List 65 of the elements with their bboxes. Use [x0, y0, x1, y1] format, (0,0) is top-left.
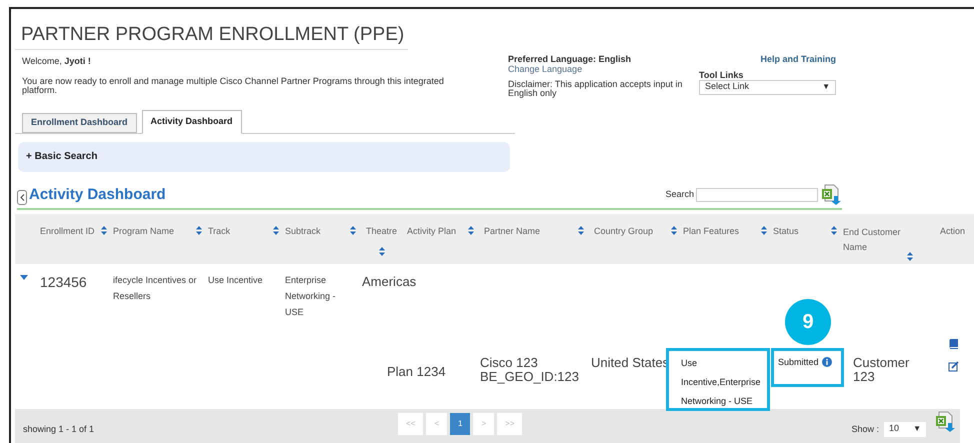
chevron-left-icon: [20, 194, 24, 201]
dropdown-arrow: ▼: [913, 423, 921, 435]
column-header: Status: [773, 225, 799, 238]
sort-icon[interactable]: [378, 247, 384, 256]
search-field[interactable]: [696, 188, 818, 202]
page-size-select[interactable]: 10 ▼: [884, 422, 926, 436]
tab[interactable]: Enrollment Dashboard: [22, 112, 137, 132]
column-header: End Customer Name: [843, 226, 902, 254]
collapse-button[interactable]: [17, 190, 27, 205]
table-cell-text: Americas: [362, 273, 418, 291]
sort-icon[interactable]: [196, 226, 202, 235]
column-header: Enrollment ID: [40, 225, 95, 238]
column-header: Program Name: [113, 225, 174, 238]
excel-download-icon[interactable]: [934, 411, 956, 433]
table-cell-text: ifecycle Incentives or Resellers: [113, 274, 198, 303]
sort-icon[interactable]: [273, 226, 279, 235]
tool-links-select[interactable]: Select Link ▼: [699, 80, 836, 94]
basic-search-panel[interactable]: + Basic Search: [18, 142, 510, 172]
column-header: Action: [940, 225, 966, 238]
column-header: Theatre: [366, 225, 398, 238]
status-cell-text: Submitted: [778, 356, 819, 369]
show-label: Show :: [851, 423, 879, 436]
table-cell-text: 123456: [39, 273, 88, 292]
search-label: Search: [665, 188, 694, 202]
section-title: Activity Dashboard: [29, 184, 166, 204]
select-value: Select Link: [705, 80, 750, 94]
intro-text: You are now ready to enroll and manage multiple Cisco Channel Partner Programs through this integrated platform.: [21, 76, 445, 94]
plan-features-cell-text: Use Incentive,Enterprise Networking - USE: [681, 357, 762, 408]
sort-icon[interactable]: [468, 226, 474, 235]
sort-icon[interactable]: [831, 226, 837, 235]
tab[interactable]: Activity Dashboard: [142, 110, 242, 134]
column-header: Track: [208, 225, 230, 238]
table-cell-text: Use Incentive: [208, 274, 264, 287]
select-value: 10: [889, 422, 900, 436]
column-header: Partner Name: [484, 225, 540, 238]
info-icon[interactable]: [822, 357, 832, 367]
edit-icon[interactable]: [948, 361, 959, 372]
expand-caret[interactable]: [20, 275, 28, 281]
table-cell-text: Customer 123: [853, 356, 910, 384]
sort-icon[interactable]: [350, 226, 356, 235]
help-training-link[interactable]: Help and Training: [760, 53, 836, 66]
sort-icon[interactable]: [101, 226, 107, 235]
preferred-language: Preferred Language: English: [508, 54, 632, 64]
disclaimer-text: Disclaimer: This application accepts input in English only: [508, 80, 684, 98]
page-button[interactable]: 1: [450, 413, 470, 435]
table-cell-text: Enterprise Networking - USE: [285, 274, 337, 319]
welcome-text: Welcome, Jyoti !: [21, 55, 92, 68]
results-count: showing 1 - 1 of 1: [23, 423, 96, 436]
sort-icon[interactable]: [907, 252, 913, 261]
sort-icon[interactable]: [761, 226, 767, 235]
column-header: Subtrack: [285, 225, 321, 238]
tool-links-label: Tool Links: [699, 70, 744, 80]
table-cell-text: Plan 1234: [387, 363, 446, 381]
callout-badge: 9: [785, 299, 831, 345]
table-cell-text: Cisco 123 BE_GEO_ID:123: [480, 356, 580, 384]
excel-download-icon[interactable]: [820, 184, 842, 206]
column-header: Activity Plan: [407, 225, 456, 238]
page-title: PARTNER PROGRAM ENROLLMENT (PPE): [15, 9, 408, 50]
column-header: Country Group: [594, 225, 654, 238]
book-icon[interactable]: [948, 338, 959, 349]
sort-icon[interactable]: [671, 226, 677, 235]
change-language-link[interactable]: Change Language: [508, 64, 688, 74]
dropdown-arrow: ▼: [822, 81, 830, 93]
sort-icon[interactable]: [578, 226, 584, 235]
column-header: Plan Features: [683, 225, 740, 238]
